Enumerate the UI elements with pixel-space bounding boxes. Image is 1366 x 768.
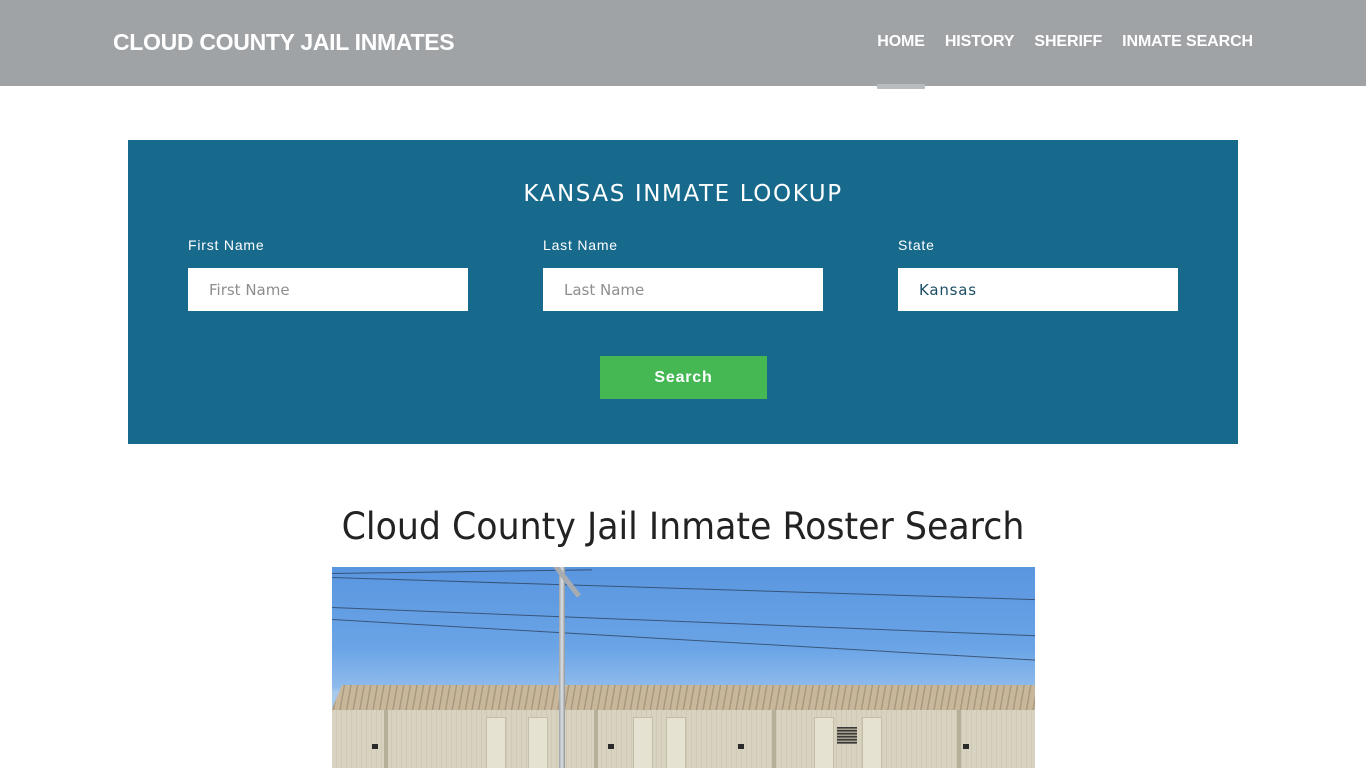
building-door (862, 717, 882, 768)
wall-pillar (384, 710, 388, 768)
building-door (814, 717, 834, 768)
building-door (486, 717, 506, 768)
utility-pole-crossarm (551, 567, 581, 598)
first-name-label: First Name (188, 237, 265, 253)
power-line (332, 607, 1035, 638)
state-label: State (898, 237, 935, 253)
first-name-input[interactable] (188, 268, 468, 311)
nav-link-sheriff[interactable]: SHERIFF (1034, 33, 1102, 51)
navbar: CLOUD COUNTY JAIL INMATES HOME HISTORY S… (0, 0, 1366, 89)
power-line (332, 619, 1035, 662)
nav-link-inmate-search[interactable]: INMATE SEARCH (1122, 33, 1253, 51)
wall-pillar (957, 710, 961, 768)
nav-link-home[interactable]: HOME (877, 33, 925, 89)
power-line (332, 577, 1035, 601)
wall-light (372, 744, 378, 749)
wall-light (608, 744, 614, 749)
last-name-label: Last Name (543, 237, 618, 253)
page-heading: Cloud County Jail Inmate Roster Search (341, 505, 1025, 548)
building-door (666, 717, 686, 768)
state-input[interactable] (898, 268, 1178, 311)
search-button[interactable]: Search (600, 356, 767, 399)
main-nav: HOME HISTORY SHERIFF INMATE SEARCH (877, 33, 1253, 89)
jail-building-image (332, 567, 1035, 768)
power-line (332, 569, 592, 575)
utility-pole (559, 567, 565, 768)
last-name-input[interactable] (543, 268, 823, 311)
wall-light (738, 744, 744, 749)
site-brand-link[interactable]: CLOUD COUNTY JAIL INMATES (113, 29, 455, 56)
building-door (633, 717, 653, 768)
wall-pillar (772, 710, 776, 768)
building-roof (332, 685, 1035, 713)
nav-link-history[interactable]: HISTORY (945, 33, 1015, 51)
wall-vent (837, 727, 857, 744)
building-door (528, 717, 548, 768)
lookup-title: KANSAS INMATE LOOKUP (523, 181, 843, 207)
wall-light (963, 744, 969, 749)
wall-pillar (594, 710, 598, 768)
